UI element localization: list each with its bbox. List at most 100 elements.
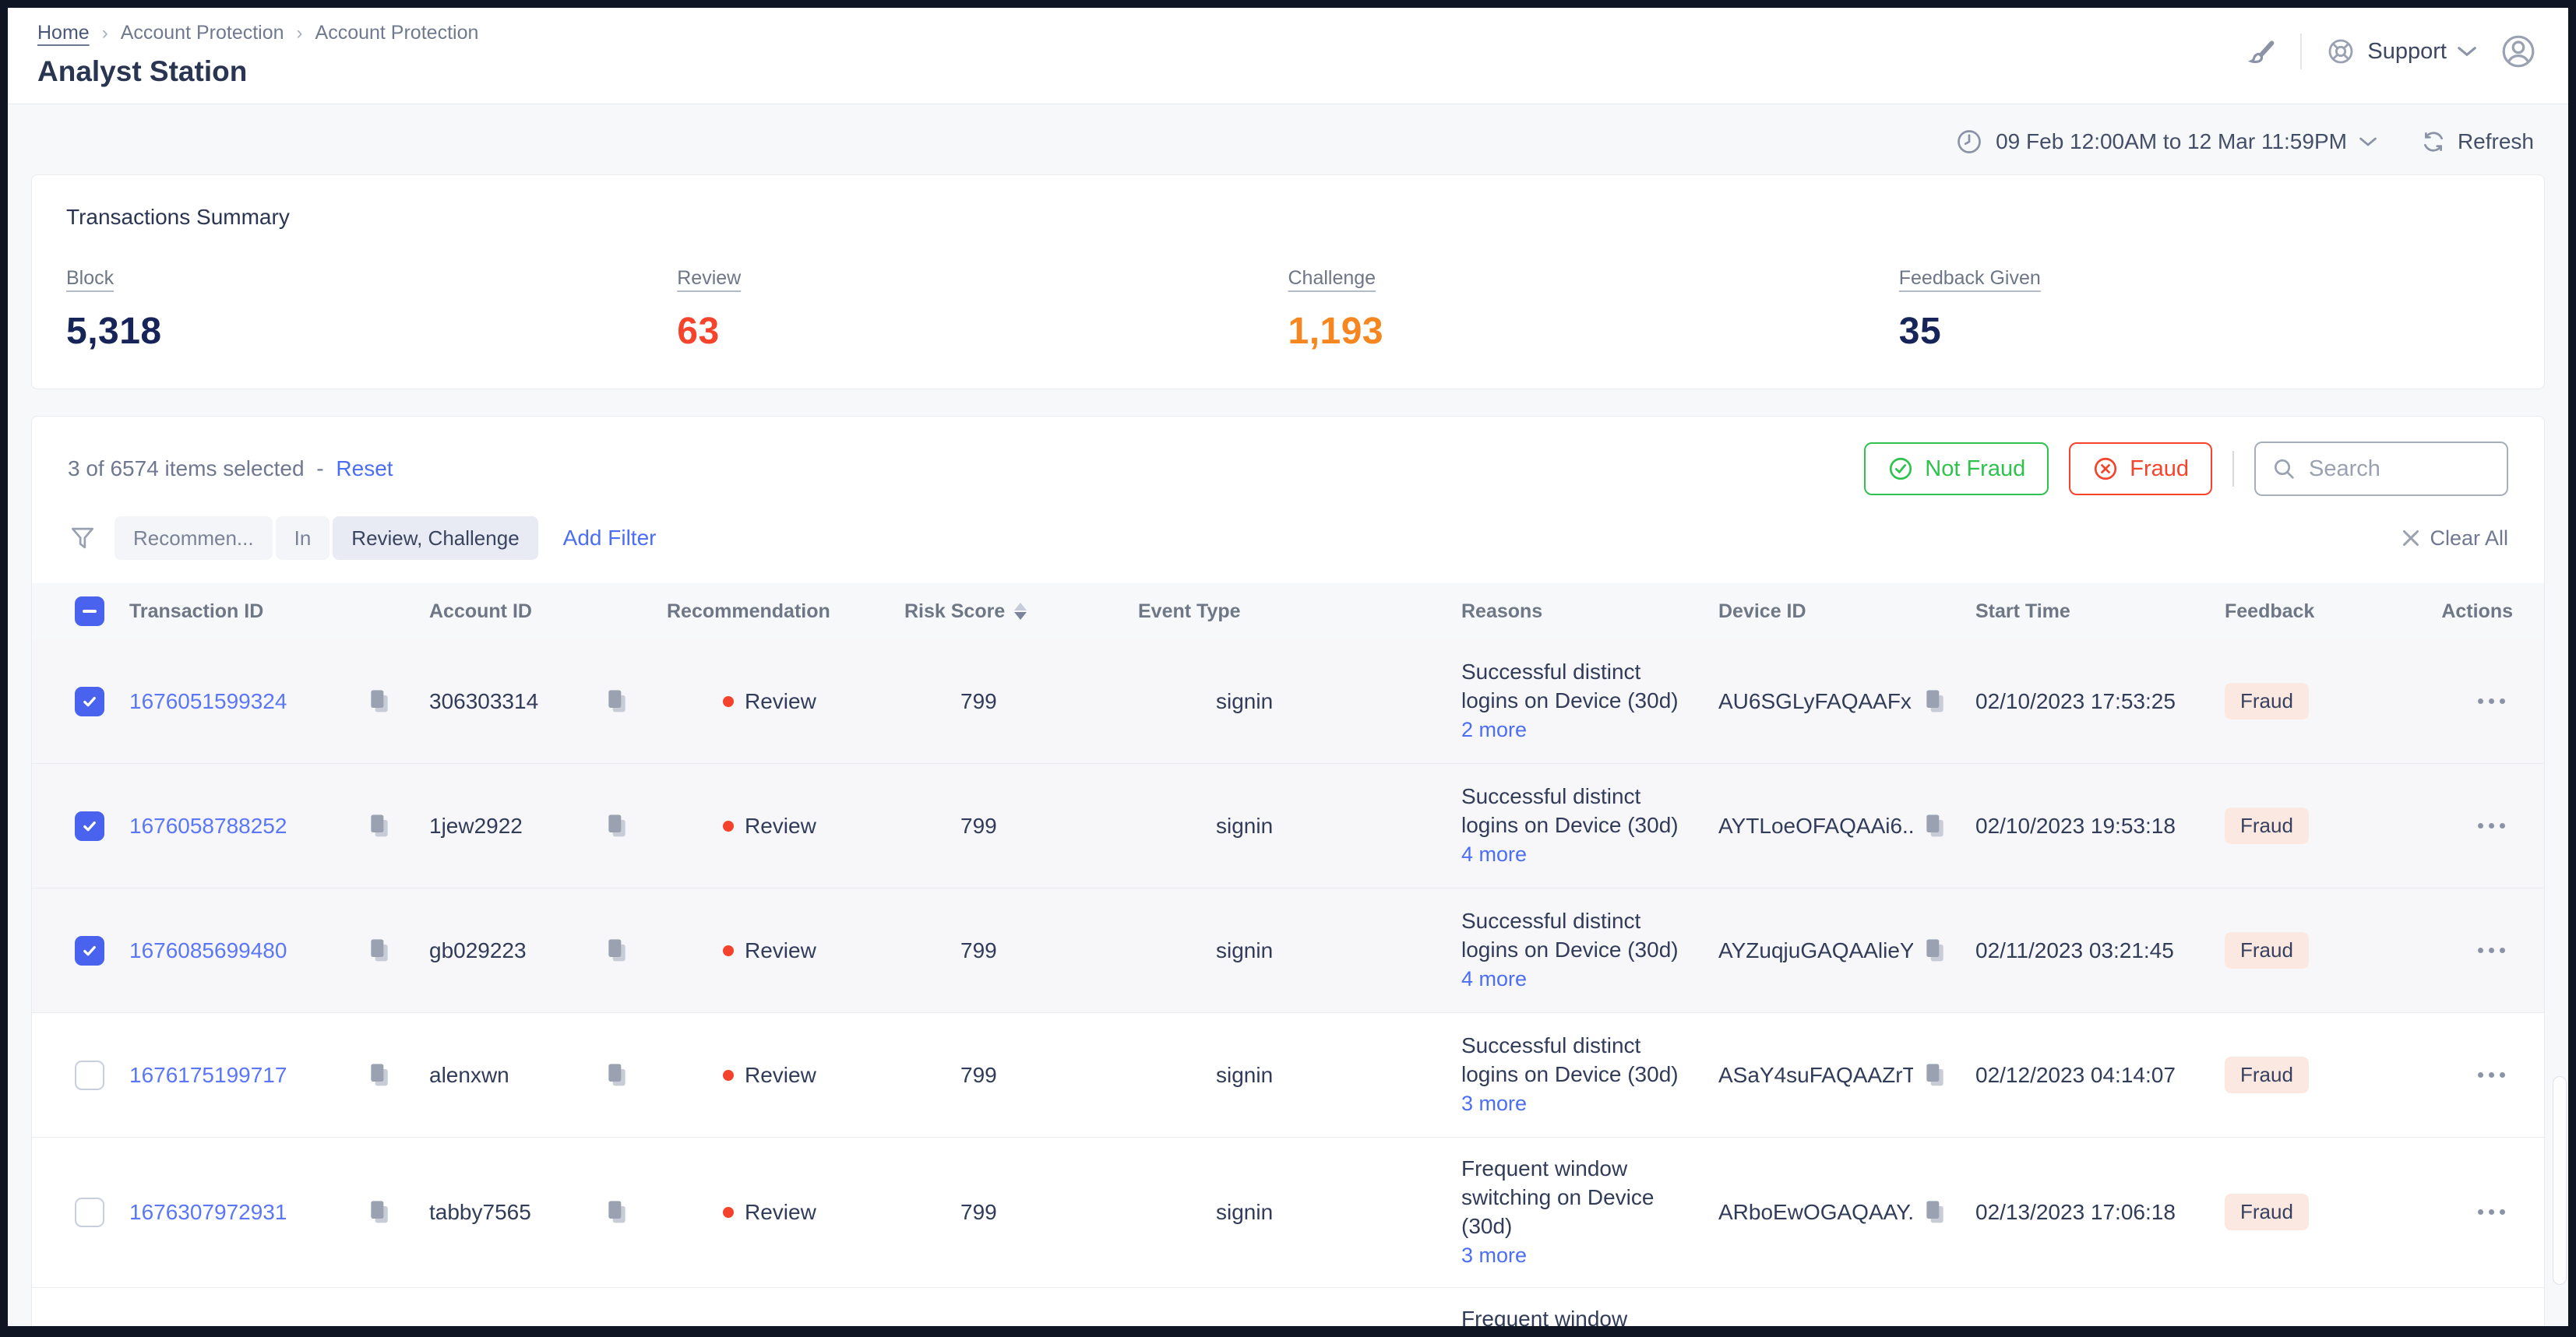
ellipsis-icon[interactable] [2470, 691, 2513, 712]
x-circle-icon [2092, 456, 2119, 482]
copy-icon[interactable] [606, 689, 628, 714]
metric-review-label[interactable]: Review [677, 267, 741, 290]
metric-review-value: 63 [677, 310, 1288, 353]
event-type-cell: signin [1138, 1063, 1461, 1088]
row-checkbox[interactable] [75, 1061, 104, 1090]
copy-icon[interactable] [368, 938, 390, 963]
search-input[interactable] [2309, 456, 2491, 482]
scrollbar-thumb[interactable] [2553, 1076, 2567, 1285]
transaction-id-link[interactable]: 1676051599324 [129, 689, 287, 714]
copy-icon[interactable] [368, 1063, 390, 1088]
metric-challenge-label[interactable]: Challenge [1288, 267, 1376, 290]
ellipsis-icon[interactable] [2470, 940, 2513, 961]
copy-icon[interactable] [1924, 938, 1946, 963]
transaction-id-link[interactable]: 1676307972931 [129, 1200, 287, 1225]
column-header-risk-score[interactable]: Risk Score [904, 600, 1138, 623]
support-label: Support [2367, 39, 2447, 65]
controls-divider [2232, 451, 2234, 487]
copy-icon[interactable] [1924, 1063, 1946, 1088]
more-reasons-link[interactable]: 3 more [1461, 1244, 1527, 1267]
feedback-cell: Fraud [2225, 1057, 2404, 1093]
fraud-label: Fraud [2130, 456, 2189, 482]
column-header-reasons[interactable]: Reasons [1461, 600, 1718, 623]
selection-summary: 3 of 6574 items selected - Reset [68, 456, 393, 481]
filter-operator-chip[interactable]: In [276, 516, 330, 560]
filter-field-chip[interactable]: Recommen... [115, 516, 273, 560]
support-menu[interactable]: Support [2325, 36, 2476, 67]
header-checkbox-cell [75, 596, 129, 626]
metric-feedback-given-label[interactable]: Feedback Given [1899, 267, 2041, 290]
select-all-checkbox[interactable] [75, 596, 104, 626]
copy-icon[interactable] [1924, 689, 1946, 714]
more-reasons-link[interactable]: 4 more [1461, 843, 1527, 866]
page-title: Analyst Station [37, 55, 478, 88]
user-avatar-icon[interactable] [2500, 33, 2537, 70]
copy-icon[interactable] [606, 1200, 628, 1225]
copy-icon[interactable] [368, 1200, 390, 1225]
table-row: 1676058788252 1jew2922 Review 799 signin… [32, 764, 2544, 888]
date-range-label: 09 Feb 12:00AM to 12 Mar 11:59PM [1996, 129, 2347, 154]
reason-text: Successful distinct logins on Device (30… [1461, 909, 1679, 962]
copy-icon[interactable] [606, 814, 628, 839]
copy-icon[interactable] [1924, 814, 1946, 839]
row-checkbox[interactable] [75, 936, 104, 966]
column-header-device-id[interactable]: Device ID [1718, 600, 1975, 623]
breadcrumb-home[interactable]: Home [37, 22, 90, 44]
row-checkbox[interactable] [75, 1198, 104, 1227]
breadcrumb-account-protection-1[interactable]: Account Protection [121, 22, 284, 44]
transaction-id-link[interactable]: 1676175199717 [129, 1063, 287, 1088]
fraud-button[interactable]: Fraud [2069, 442, 2212, 495]
start-time-cell: 02/11/2023 03:21:45 [1975, 938, 2225, 963]
metric-feedback-given-value: 35 [1899, 310, 2510, 353]
row-checkbox[interactable] [75, 811, 104, 841]
column-header-feedback[interactable]: Feedback [2225, 600, 2404, 623]
transaction-id-link[interactable]: 1676085699480 [129, 938, 287, 963]
copy-icon[interactable] [368, 814, 390, 839]
breadcrumb-separator: › [297, 23, 303, 44]
header-left: Home › Account Protection › Account Prot… [37, 22, 478, 88]
ellipsis-icon[interactable] [2470, 1202, 2513, 1223]
reset-selection-link[interactable]: Reset [336, 456, 393, 480]
column-header-account-id[interactable]: Account ID [429, 600, 667, 623]
reason-text: Successful distinct logins on Device (30… [1461, 1033, 1679, 1086]
refresh-button[interactable]: Refresh [2420, 128, 2534, 155]
more-reasons-link[interactable]: 2 more [1461, 718, 1527, 741]
copy-icon[interactable] [606, 938, 628, 963]
clear-all-button[interactable]: Clear All [2402, 526, 2508, 551]
sort-icon[interactable] [1014, 603, 1027, 620]
filter-value-chip[interactable]: Review, Challenge [333, 516, 537, 560]
copy-icon[interactable] [368, 689, 390, 714]
row-checkbox-cell [75, 687, 129, 716]
copy-icon[interactable] [1924, 1200, 1946, 1225]
transaction-id-link[interactable]: 1676058788252 [129, 814, 287, 839]
ellipsis-icon[interactable] [2470, 815, 2513, 836]
transaction-id-cell: 1676085699480 [129, 938, 429, 963]
device-id-value: AYZuqjuGAQAAlieY... [1718, 938, 1913, 963]
copy-icon[interactable] [606, 1063, 628, 1088]
row-checkbox[interactable] [75, 687, 104, 716]
column-header-start-time[interactable]: Start Time [1975, 600, 2225, 623]
add-filter-link[interactable]: Add Filter [563, 526, 657, 551]
column-header-transaction-id[interactable]: Transaction ID [129, 600, 429, 623]
risk-score-label: Risk Score [904, 600, 1005, 623]
table-row: 1676051599324 306303314 Review 799 signi… [32, 639, 2544, 764]
metric-block-value: 5,318 [66, 310, 677, 353]
column-header-recommendation[interactable]: Recommendation [667, 600, 904, 623]
reasons-cell: Successful distinct logins on Device (30… [1461, 641, 1718, 762]
account-id-value: tabby7565 [429, 1200, 531, 1225]
device-id-cell: AYTLoeOFAQAAi6... [1718, 814, 1975, 839]
device-id-value: AU6SGLyFAQAAFx... [1718, 689, 1913, 714]
date-range-picker[interactable]: 09 Feb 12:00AM to 12 Mar 11:59PM [1955, 128, 2377, 156]
not-fraud-label: Not Fraud [1925, 456, 2025, 482]
breadcrumb: Home › Account Protection › Account Prot… [37, 22, 478, 44]
ellipsis-icon[interactable] [2470, 1064, 2513, 1085]
metric-block-label[interactable]: Block [66, 267, 114, 290]
more-reasons-link[interactable]: 3 more [1461, 1092, 1527, 1115]
more-reasons-link[interactable]: 4 more [1461, 967, 1527, 990]
chevron-down-icon [2458, 45, 2476, 58]
brush-icon[interactable] [2244, 35, 2277, 68]
column-header-event-type[interactable]: Event Type [1138, 600, 1461, 623]
not-fraud-button[interactable]: Not Fraud [1864, 442, 2049, 495]
recommendation-value: Review [745, 938, 816, 963]
transaction-id-cell: 1676051599324 [129, 689, 429, 714]
